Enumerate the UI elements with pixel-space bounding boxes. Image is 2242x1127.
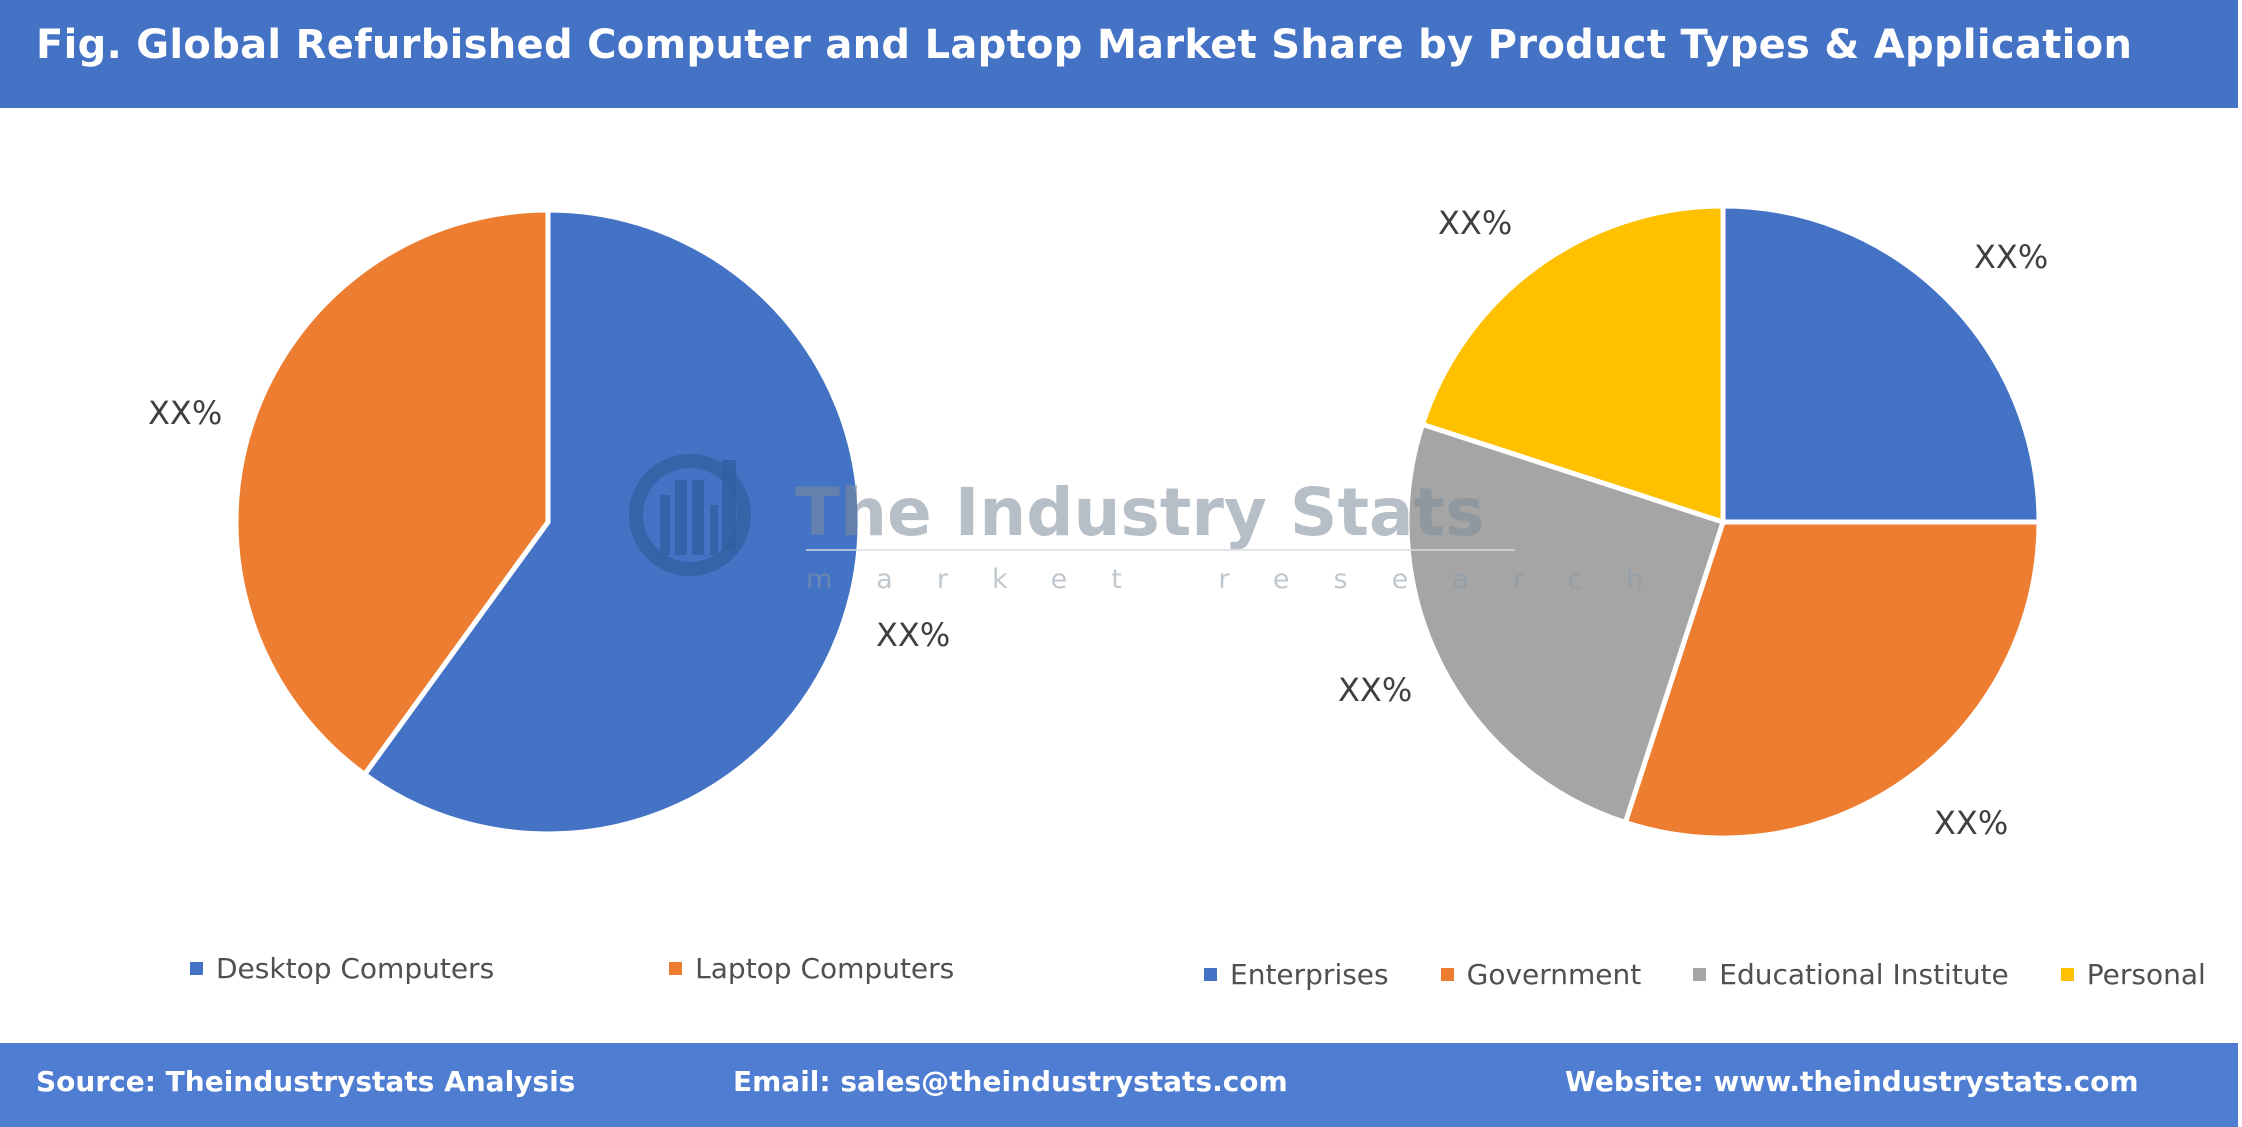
legend-label: Laptop Computers — [695, 952, 955, 985]
legend-item-enterprises: Enterprises — [1204, 958, 1389, 991]
legend-swatch-icon — [1440, 968, 1454, 981]
footer-bar: Source: Theindustrystats Analysis Email:… — [0, 1043, 2238, 1127]
legend-swatch-icon — [669, 962, 683, 975]
legend-item-laptop-computers: Laptop Computers — [669, 952, 954, 985]
label-desktop-computers: XX% — [876, 616, 950, 654]
label-educational-institute: XX% — [1338, 671, 1412, 709]
legend-item-government: Government — [1440, 958, 1642, 991]
legend-swatch-icon — [190, 962, 203, 975]
label-laptop-computers: XX% — [148, 394, 222, 432]
legend-label: Personal — [2086, 958, 2206, 991]
legend-item-personal: Personal — [2060, 958, 2206, 991]
label-enterprises: XX% — [1974, 238, 2048, 276]
legend-swatch-icon — [2060, 968, 2074, 981]
legend-label: Desktop Computers — [216, 952, 495, 985]
footer-source: Source: Theindustrystats Analysis — [36, 1065, 576, 1098]
footer-email[interactable]: Email: sales@theindustrystats.com — [733, 1065, 1288, 1098]
legend-label: Government — [1466, 958, 1642, 991]
watermark-subtitle: market research — [806, 564, 1687, 595]
legend-item-educational-institute: Educational Institute — [1693, 958, 2009, 991]
pie-application — [1404, 203, 2042, 841]
legend-product-types: Desktop Computers Laptop Computers — [190, 952, 954, 985]
legend-application: Enterprises Government Educational Insti… — [1204, 958, 2206, 991]
legend-item-desktop-computers: Desktop Computers — [190, 952, 494, 985]
legend-swatch-icon — [1204, 968, 1217, 981]
pie-product-types — [233, 207, 863, 837]
legend-label: Enterprises — [1230, 958, 1389, 991]
legend-label: Educational Institute — [1719, 958, 2009, 991]
label-personal: XX% — [1438, 204, 1512, 242]
footer-website[interactable]: Website: www.theindustrystats.com — [1565, 1065, 2139, 1098]
legend-swatch-icon — [1693, 968, 1707, 981]
label-government: XX% — [1934, 804, 2008, 842]
watermark-title: The Industry Stats — [795, 474, 1484, 551]
